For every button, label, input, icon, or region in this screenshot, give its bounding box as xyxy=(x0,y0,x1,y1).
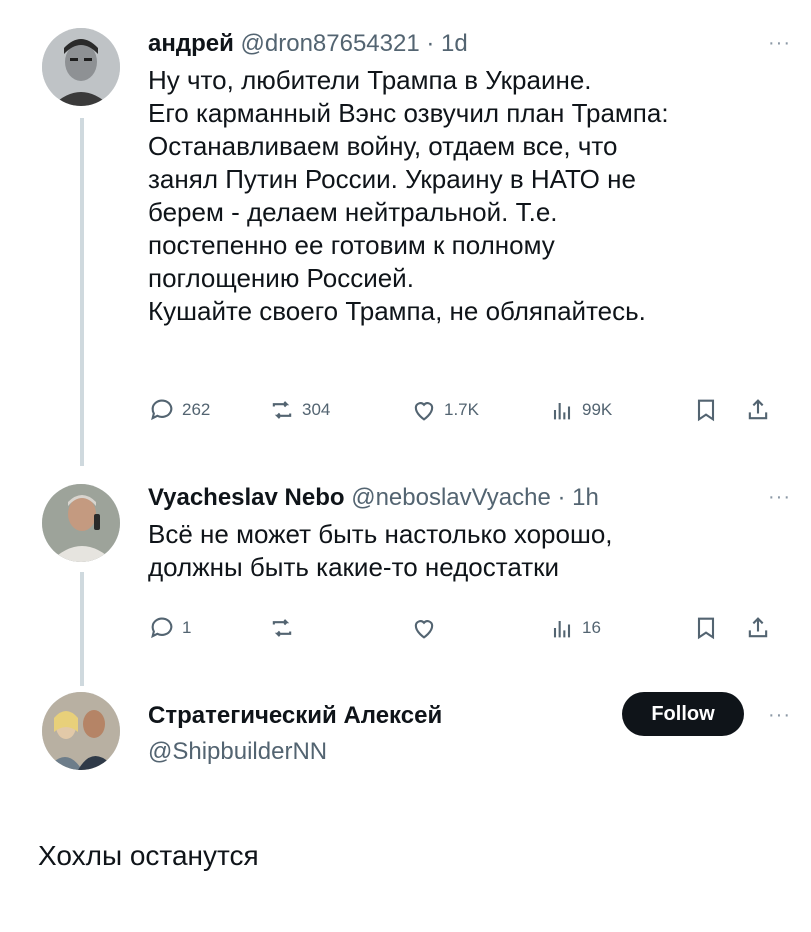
reply-button[interactable]: 1 xyxy=(148,614,191,642)
analytics-icon xyxy=(553,621,571,638)
reply-icon xyxy=(151,617,173,639)
repost-count: 304 xyxy=(302,400,331,419)
handle[interactable]: @ShipbuilderNN xyxy=(148,738,327,766)
text-line: Его карманный Вэнс озвучил план Трампа: xyxy=(148,98,669,128)
heart-icon xyxy=(414,402,434,421)
text-line: поглощению Россией. xyxy=(148,263,414,293)
tweet-text: Хохлы останутся xyxy=(38,840,259,871)
reply-icon xyxy=(151,399,173,421)
text-line: должны быть какие-то недостатки xyxy=(148,552,560,582)
text-line: постепенно ее готовим к полному xyxy=(148,230,555,260)
thread-line-1 xyxy=(80,118,84,466)
reply-count: 262 xyxy=(182,400,211,419)
share-icon xyxy=(748,617,768,638)
tweet-header: Vyacheslav Nebo @neboslavVyache · 1h xyxy=(148,484,599,512)
text-line: Ну что, любители Трампа в Украине. xyxy=(148,65,592,95)
text-line: занял Путин России. Украину в НАТО не xyxy=(148,164,636,194)
avatar[interactable] xyxy=(42,484,120,562)
tweet-text: Ну что, любители Трампа в Украине. Его к… xyxy=(148,64,788,328)
analytics-icon xyxy=(553,403,571,420)
views-count: 16 xyxy=(582,618,601,637)
display-name[interactable]: андрей xyxy=(148,30,234,57)
tweet-text: Всё не может быть настолько хорошо, долж… xyxy=(148,518,788,584)
like-button[interactable] xyxy=(410,614,438,642)
views-button[interactable]: 16 xyxy=(548,614,601,642)
tweet-header: андрей @dron87654321 · 1d xyxy=(148,30,468,58)
tweet-header: Стратегический Алексей xyxy=(148,702,442,730)
bookmark-icon xyxy=(697,399,715,422)
person-avatar-icon xyxy=(42,28,120,106)
more-options-icon[interactable]: ··· xyxy=(768,486,791,509)
bookmark-button[interactable] xyxy=(692,614,720,642)
handle[interactable]: @dron87654321 xyxy=(241,30,420,57)
handle[interactable]: @neboslavVyache xyxy=(351,484,551,511)
display-name[interactable]: Стратегический Алексей xyxy=(148,702,442,729)
more-options-icon[interactable]: ··· xyxy=(768,32,791,55)
repost-icon xyxy=(272,401,292,419)
avatar[interactable] xyxy=(42,28,120,106)
like-count: 1.7K xyxy=(444,400,479,419)
views-count: 99K xyxy=(582,400,613,419)
like-button[interactable]: 1.7K xyxy=(410,396,479,424)
repost-icon xyxy=(272,619,292,637)
heart-icon xyxy=(414,620,434,639)
action-bar: 1 16 xyxy=(148,614,788,648)
person-avatar-icon xyxy=(42,484,120,562)
repost-button[interactable]: 304 xyxy=(268,396,330,424)
text-line: Всё не может быть настолько хорошо, xyxy=(148,519,613,549)
share-button[interactable] xyxy=(744,396,772,424)
share-icon xyxy=(748,399,768,420)
reply-button[interactable]: 262 xyxy=(148,396,210,424)
repost-button[interactable] xyxy=(268,614,296,642)
bookmark-button[interactable] xyxy=(692,396,720,424)
views-button[interactable]: 99K xyxy=(548,396,612,424)
bookmark-icon xyxy=(697,617,715,640)
text-line: Останавливаем войну, отдаем все, что xyxy=(148,131,618,161)
thread-line-2 xyxy=(80,572,84,686)
action-bar: 262 304 1.7K 99K xyxy=(148,396,788,430)
follow-button[interactable]: Follow xyxy=(622,692,744,736)
reply-count: 1 xyxy=(182,618,192,637)
person-avatar-icon xyxy=(42,692,120,770)
timestamp[interactable]: · 1h xyxy=(557,484,598,511)
display-name[interactable]: Vyacheslav Nebo xyxy=(148,484,345,511)
text-line: берем - делаем нейтральной. Т.е. xyxy=(148,197,558,227)
avatar[interactable] xyxy=(42,692,120,770)
text-line: Кушайте своего Трампа, не обляпайтесь. xyxy=(148,296,646,326)
more-options-icon[interactable]: ··· xyxy=(768,704,791,727)
timestamp[interactable]: · 1d xyxy=(426,30,467,57)
share-button[interactable] xyxy=(744,614,772,642)
